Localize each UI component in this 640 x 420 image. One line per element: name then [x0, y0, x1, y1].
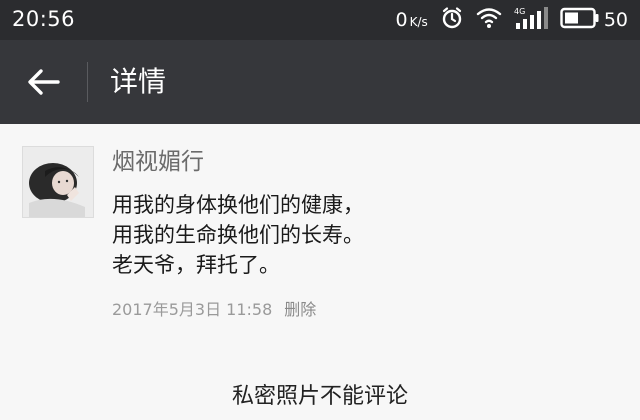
post-timestamp: 2017年5月3日 11:58 — [112, 300, 273, 319]
battery-indicator: 50 — [560, 7, 628, 33]
private-comment-note: 私密照片不能评论 — [231, 384, 408, 409]
wifi-icon — [476, 7, 502, 33]
post-meta: 2017年5月3日 11:58 删除 — [112, 296, 316, 320]
app-bar: 详情 — [0, 40, 640, 124]
app-bar-divider — [87, 62, 88, 102]
network-speed-unit: K/s — [409, 15, 428, 29]
status-time: 20:56 — [12, 7, 76, 31]
post-text-line: 老天爷，拜托了。 — [112, 253, 280, 277]
post-text-line: 用我的身体换他们的健康， — [112, 193, 364, 217]
delete-button[interactable]: 删除 — [284, 296, 316, 320]
post-text-line: 用我的生命换他们的长寿。 — [112, 223, 364, 247]
page-title: 详情 — [110, 65, 167, 98]
status-icons: 0 K/s 4G 50 — [396, 6, 628, 34]
network-speed-value: 0 — [395, 9, 408, 31]
signal-type-label: 4G — [514, 7, 525, 16]
network-speed: 0 K/s — [396, 9, 428, 31]
battery-level: 50 — [603, 9, 628, 31]
status-bar: 20:56 0 K/s 4G 50 — [0, 0, 640, 40]
cellular-signal-icon: 4G — [514, 6, 548, 34]
avatar[interactable] — [22, 146, 94, 218]
back-arrow-icon[interactable] — [26, 64, 62, 100]
post-detail: 烟视媚行 用我的身体换他们的健康， 用我的生命换他们的长寿。 老天爷，拜托了。 … — [0, 124, 640, 420]
battery-icon — [560, 7, 600, 33]
alarm-clock-icon — [440, 6, 464, 34]
post-text: 用我的身体换他们的健康， 用我的生命换他们的长寿。 老天爷，拜托了。 — [112, 190, 612, 280]
poster-name[interactable]: 烟视媚行 — [112, 146, 204, 178]
